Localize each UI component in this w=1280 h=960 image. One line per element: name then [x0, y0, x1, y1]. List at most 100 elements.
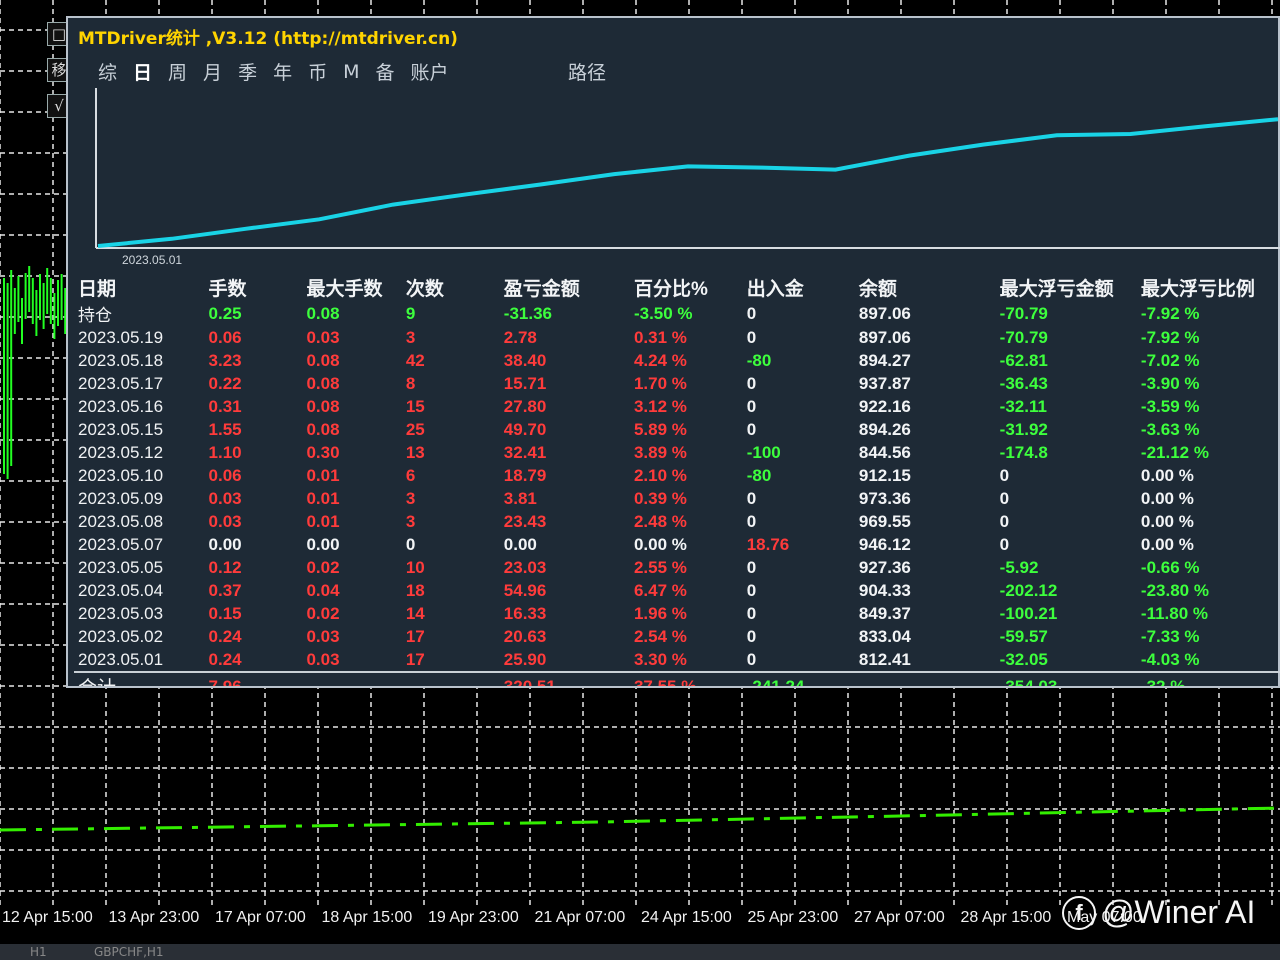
total-pct: 37.55 %	[629, 671, 743, 686]
row-lots: 0.06	[208, 327, 242, 347]
row-balance: 894.26	[858, 419, 911, 439]
row-count: 3	[405, 511, 416, 531]
row-count: 6	[405, 465, 416, 485]
row-max-lots: 0.02	[306, 557, 340, 577]
row-max-dd-pct: 0.00 %	[1140, 488, 1194, 508]
row-lots: 0.37	[208, 580, 242, 600]
chart-tab-h1[interactable]: H1	[30, 945, 47, 959]
row-count: 25	[405, 419, 425, 439]
time-axis-label: 19 Apr 23:00	[428, 909, 519, 926]
row-date: 2023.05.10	[78, 465, 164, 485]
tab-month[interactable]: 月	[203, 58, 222, 85]
row-date: 2023.05.02	[78, 626, 164, 646]
tab-currency[interactable]: 币	[308, 58, 327, 85]
time-axis-label: 17 Apr 07:00	[215, 909, 306, 926]
row-max-dd-pct: -7.92 %	[1140, 327, 1200, 347]
row-max-lots: 0.01	[306, 488, 340, 508]
time-axis-label: 12 Apr 15:00	[2, 909, 93, 926]
tab-summary[interactable]: 综	[98, 58, 117, 85]
row-deposit: 0	[746, 488, 757, 508]
table-row: 2023.05.12 1.10 0.30 13 32.41 3.89 % -100 844.5…	[74, 441, 1280, 464]
total-deposit: -241.24	[742, 671, 855, 686]
row-max-lots: 0.08	[306, 396, 340, 416]
row-pct: 2.10 %	[633, 465, 687, 485]
row-balance: 849.37	[858, 603, 911, 623]
row-count: 17	[405, 626, 425, 646]
row-deposit: 0	[746, 603, 757, 623]
row-max-dd: -31.92	[999, 419, 1048, 439]
row-count: 18	[405, 580, 425, 600]
row-count: 9	[405, 303, 416, 323]
table-row: 2023.05.01 0.24 0.03 17 25.90 3.30 % 0 812.41 -3…	[74, 648, 1280, 672]
table-row: 2023.05.02 0.24 0.03 17 20.63 2.54 % 0 833.04 -5…	[74, 625, 1280, 648]
equity-line	[97, 117, 1279, 248]
row-max-dd: 0	[999, 534, 1010, 554]
row-max-dd: -70.79	[999, 327, 1048, 347]
row-max-dd: 0	[999, 488, 1010, 508]
row-max-dd-pct: 0.00 %	[1140, 465, 1194, 485]
daily-stats-table: 日期 手数 最大手数 次数 盈亏金额 百分比% 出入金 余额 最大浮亏金额 最大…	[74, 274, 1280, 686]
price-candles	[3, 266, 67, 479]
row-pct: 1.96 %	[633, 603, 687, 623]
row-pnl: 16.33	[503, 603, 547, 623]
row-pct: 5.89 %	[633, 419, 687, 439]
row-max-dd-pct: -7.92 %	[1140, 303, 1200, 323]
tab-quarter[interactable]: 季	[238, 58, 257, 85]
row-balance: 897.06	[858, 327, 911, 347]
row-balance: 927.36	[858, 557, 911, 577]
row-max-lots: 0.01	[306, 465, 340, 485]
row-lots: 0.00	[208, 534, 242, 554]
tab-notes[interactable]: 备	[376, 58, 395, 85]
total-lots: 7.96	[204, 671, 303, 686]
time-axis-label: 18 Apr 15:00	[321, 909, 413, 926]
row-max-lots: 0.30	[306, 442, 340, 462]
row-balance: 812.41	[858, 649, 911, 669]
row-max-dd: -174.8	[999, 442, 1048, 462]
row-pct: -3.50 %	[633, 303, 693, 323]
row-count: 10	[405, 557, 425, 577]
row-max-dd: -59.57	[999, 626, 1048, 646]
table-row: 持仓 0.25 0.08 9 -31.36 -3.50 % 0 897.06 -70.79 -7.…	[74, 301, 1280, 326]
row-pnl: 49.70	[503, 419, 547, 439]
total-balance	[854, 671, 996, 686]
col-lots: 手数	[208, 279, 247, 300]
tab-magic[interactable]: M	[343, 61, 359, 83]
tab-week[interactable]: 周	[168, 58, 187, 85]
tab-year[interactable]: 年	[273, 58, 292, 85]
chart-tab-gbpchf[interactable]: GBPCHF,H1	[94, 945, 164, 959]
tab-account[interactable]: 账户	[411, 58, 449, 85]
row-date: 2023.05.09	[78, 488, 164, 508]
row-balance: 973.36	[858, 488, 911, 508]
tab-path[interactable]: 路径	[568, 58, 606, 85]
col-count: 次数	[405, 279, 444, 300]
row-date: 2023.05.07	[78, 534, 164, 554]
row-lots: 0.06	[208, 465, 242, 485]
row-deposit: 0	[746, 396, 757, 416]
row-deposit: -80	[746, 465, 772, 485]
table-row: 2023.05.18 3.23 0.08 42 38.40 4.24 % -80 894.27…	[74, 349, 1280, 372]
row-count: 0	[405, 534, 416, 554]
col-max-dd: 最大浮亏金额	[999, 279, 1114, 300]
row-pct: 6.47 %	[633, 580, 687, 600]
row-pct: 3.30 %	[633, 649, 687, 669]
row-max-dd: -70.79	[999, 303, 1048, 323]
row-max-lots: 0.00	[306, 534, 340, 554]
row-deposit: 0	[746, 557, 757, 577]
table-row: 2023.05.10 0.06 0.01 6 18.79 2.10 % -80 912.15 0…	[74, 464, 1280, 487]
tab-day[interactable]: 日	[133, 58, 152, 85]
row-pct: 4.24 %	[633, 350, 687, 370]
row-max-dd: -32.11	[999, 396, 1047, 416]
time-axis-label: 27 Apr 07:00	[854, 909, 945, 926]
row-date: 2023.05.04	[78, 580, 164, 600]
row-pct: 3.89 %	[633, 442, 687, 462]
row-lots: 0.25	[208, 303, 242, 323]
time-axis-label: 13 Apr 23:00	[108, 909, 200, 926]
row-deposit: 0	[746, 626, 757, 646]
time-axis-label: 24 Apr 15:00	[641, 909, 732, 926]
row-deposit: 0	[746, 327, 757, 347]
row-pnl: 38.40	[503, 350, 547, 370]
row-balance: 833.04	[858, 626, 911, 646]
row-max-dd-pct: 0.00 %	[1140, 534, 1194, 554]
row-count: 42	[405, 350, 425, 370]
row-deposit: 0	[746, 303, 757, 323]
